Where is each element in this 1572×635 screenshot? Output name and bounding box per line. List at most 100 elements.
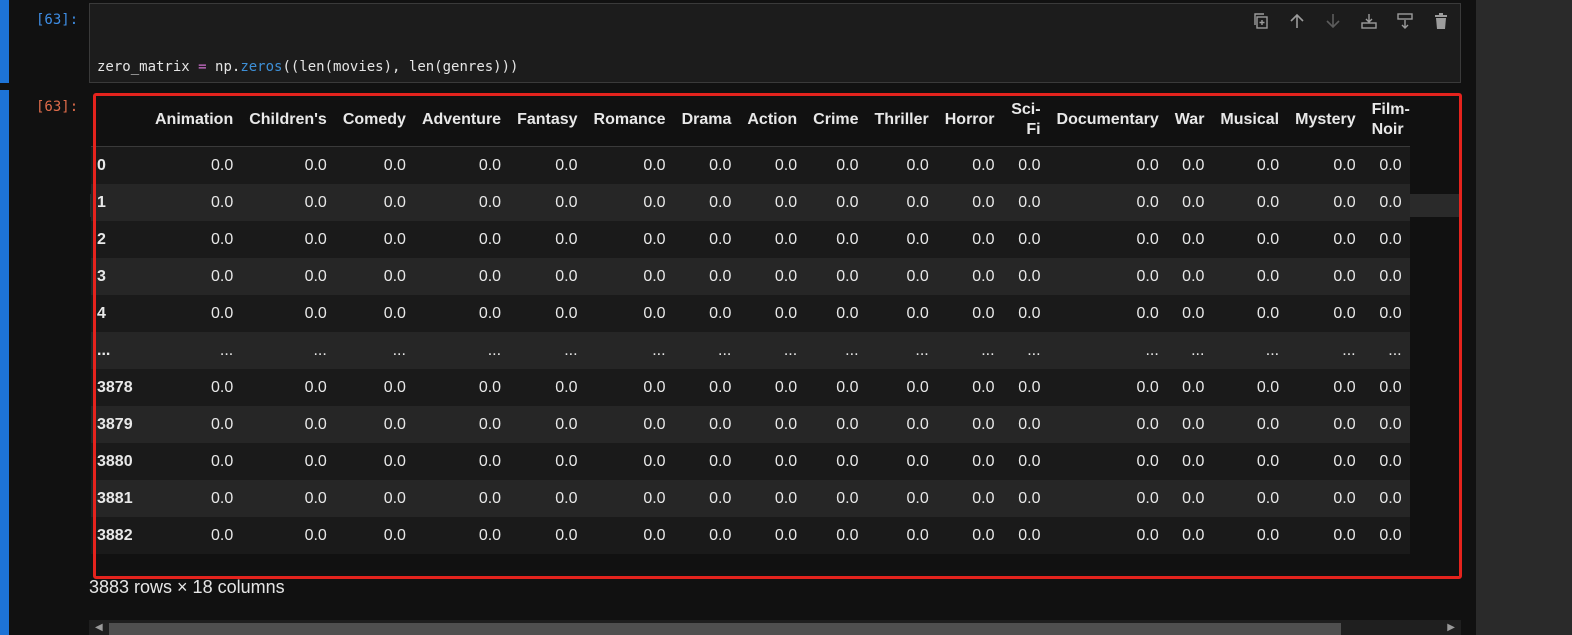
table-cell: 0.0 <box>1136 378 1159 396</box>
table-cell: 0.0 <box>774 452 798 470</box>
table-cell: ... <box>1342 341 1356 359</box>
table-cell: 0.0 <box>1333 452 1356 470</box>
table-cell: 0.0 <box>1379 378 1402 396</box>
table-cell: 0.0 <box>304 230 327 248</box>
table-cell: 0.0 <box>555 193 578 211</box>
table-cell: 0.0 <box>1379 415 1402 433</box>
column-header: Adventure <box>421 110 502 128</box>
table-row: 3 0.0 0.0 0.0 0.0 0.0 0.0 0.0 0.0 0.0 0.0 0.0 0.0 0.0… <box>91 258 1410 295</box>
table-cell: ... <box>1388 341 1402 359</box>
table-cell: 0.0 <box>1018 415 1041 433</box>
table-cell: ... <box>718 341 732 359</box>
code-editor[interactable]: zero_matrix = np.zeros((len(movies), len… <box>89 3 1461 217</box>
table-cell: 0.0 <box>774 156 798 174</box>
table-cell: 0.0 <box>643 378 666 396</box>
table-cell: 0.0 <box>1136 193 1159 211</box>
table-cell: 0.0 <box>906 378 929 396</box>
table-cell: 0.0 <box>836 489 859 507</box>
table-cell: ... <box>1191 341 1205 359</box>
table-cell: 0.0 <box>1182 193 1205 211</box>
table-cell: 0.0 <box>210 156 234 174</box>
table-cell: 0.0 <box>709 193 732 211</box>
table-row: 4 0.0 0.0 0.0 0.0 0.0 0.0 0.0 0.0 0.0 0.0 0.0 0.0 0.0… <box>91 295 1410 332</box>
table-cell: 0.0 <box>972 267 995 285</box>
table-cell: 0.0 <box>1256 415 1280 433</box>
output-collapse-bar[interactable] <box>0 90 9 635</box>
table-cell: 0.0 <box>478 156 502 174</box>
row-index: 3881 <box>97 489 133 507</box>
table-cell: 0.0 <box>1333 156 1356 174</box>
table-cell: 0.0 <box>1256 230 1280 248</box>
table-cell: 0.0 <box>709 304 732 322</box>
scroll-right-icon[interactable]: ▶ <box>1447 622 1455 633</box>
table-cell: 0.0 <box>555 378 578 396</box>
table-cell: 0.0 <box>1333 489 1356 507</box>
dataframe-table: Animation Children's Comedy Adventure Fantas… <box>91 93 1410 554</box>
table-cell: 0.0 <box>555 230 578 248</box>
table-cell: 0.0 <box>906 304 929 322</box>
table-cell: 0.0 <box>1018 156 1041 174</box>
column-header: Sci-Fi <box>1011 100 1041 138</box>
table-cell: 0.0 <box>1379 230 1402 248</box>
table-cell: 0.0 <box>210 526 234 544</box>
insert-below-icon[interactable] <box>1394 10 1416 32</box>
table-cell: ... <box>652 341 666 359</box>
table-cell: 0.0 <box>1182 267 1205 285</box>
table-cell: 0.0 <box>1256 267 1280 285</box>
move-down-icon[interactable] <box>1322 10 1344 32</box>
table-cell: 0.0 <box>643 489 666 507</box>
table-cell: 0.0 <box>643 304 666 322</box>
table-cell: 0.0 <box>972 526 995 544</box>
duplicate-icon[interactable] <box>1250 10 1272 32</box>
table-cell: 0.0 <box>1018 230 1041 248</box>
cell-toolbar <box>1250 10 1452 32</box>
table-cell: 0.0 <box>304 156 327 174</box>
dataframe-shape: 3883 rows × 18 columns <box>89 577 285 597</box>
table-cell: 0.0 <box>478 304 502 322</box>
table-cell: 0.0 <box>906 193 929 211</box>
delete-icon[interactable] <box>1430 10 1452 32</box>
table-cell: 0.0 <box>774 378 798 396</box>
table-cell: 0.0 <box>1379 452 1402 470</box>
table-cell: 0.0 <box>709 415 732 433</box>
table-cell: ... <box>981 341 995 359</box>
table-cell: 0.0 <box>972 156 995 174</box>
move-up-icon[interactable] <box>1286 10 1308 32</box>
table-cell: 0.0 <box>906 452 929 470</box>
table-cell: ... <box>845 341 859 359</box>
column-header: Comedy <box>342 110 406 128</box>
table-cell: 0.0 <box>1136 304 1159 322</box>
scrollbar-thumb[interactable] <box>109 623 1341 635</box>
table-cell: 0.0 <box>972 415 995 433</box>
insert-above-icon[interactable] <box>1358 10 1380 32</box>
table-cell: 0.0 <box>906 267 929 285</box>
table-cell: 0.0 <box>709 230 732 248</box>
table-cell: 0.0 <box>1182 156 1205 174</box>
table-cell: 0.0 <box>1379 193 1402 211</box>
table-cell: 0.0 <box>210 267 234 285</box>
table-cell: 0.0 <box>383 489 406 507</box>
row-index: 3880 <box>97 452 133 470</box>
table-cell: 0.0 <box>906 415 929 433</box>
table-cell: 0.0 <box>643 452 666 470</box>
table-cell: 0.0 <box>304 304 327 322</box>
table-cell: ... <box>1145 341 1159 359</box>
table-cell: 0.0 <box>906 156 929 174</box>
horizontal-scrollbar[interactable]: ◀ ▶ <box>89 620 1461 635</box>
table-cell: 0.0 <box>1256 193 1280 211</box>
table-cell: 0.0 <box>210 415 234 433</box>
row-index: ... <box>97 341 111 359</box>
table-cell: 0.0 <box>1018 452 1041 470</box>
table-cell: ... <box>564 341 578 359</box>
table-cell: 0.0 <box>555 156 578 174</box>
table-cell: 0.0 <box>1018 193 1041 211</box>
table-cell: 0.0 <box>1182 489 1205 507</box>
table-cell: 0.0 <box>836 193 859 211</box>
table-cell: 0.0 <box>972 304 995 322</box>
scroll-left-icon[interactable]: ◀ <box>95 622 103 633</box>
table-cell: 0.0 <box>709 452 732 470</box>
table-cell: 0.0 <box>383 452 406 470</box>
cell-selection-bar[interactable] <box>0 0 9 83</box>
table-cell: 0.0 <box>1379 267 1402 285</box>
table-cell: 0.0 <box>210 489 234 507</box>
